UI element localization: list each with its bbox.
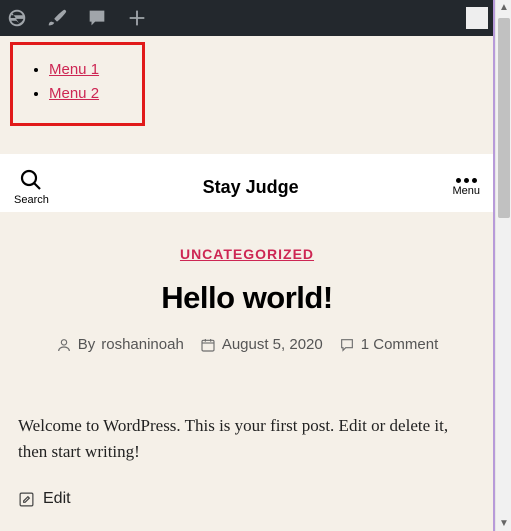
dots-icon <box>456 178 477 183</box>
search-button[interactable]: Search <box>14 168 49 206</box>
author-name: roshaninoah <box>101 336 184 353</box>
speech-icon[interactable] <box>86 7 108 29</box>
pencil-icon <box>18 491 35 508</box>
by-label: By <box>78 336 96 353</box>
user-avatar[interactable] <box>466 7 488 29</box>
person-icon <box>56 337 72 353</box>
comments-count: 1 Comment <box>361 336 439 353</box>
edit-label: Edit <box>43 490 71 508</box>
highlighted-menu-box: Menu 1 Menu 2 <box>10 42 145 126</box>
search-label: Search <box>14 194 49 206</box>
calendar-icon <box>200 337 216 353</box>
dashboard-icon[interactable] <box>6 7 28 29</box>
menu-link-2[interactable]: Menu 2 <box>49 85 99 102</box>
post-title: Hello world! <box>18 280 476 316</box>
category-link[interactable]: UNCATEGORIZED <box>180 246 314 262</box>
comment-icon <box>339 337 355 353</box>
site-header: Search Stay Judge Menu <box>0 154 494 212</box>
author-meta[interactable]: By roshaninoah <box>56 336 184 353</box>
menu-label: Menu <box>452 185 480 197</box>
menu-button[interactable]: Menu <box>452 178 480 197</box>
admin-bar <box>0 0 494 36</box>
post-date: August 5, 2020 <box>222 336 323 353</box>
site-title[interactable]: Stay Judge <box>203 177 299 198</box>
scroll-up-arrow[interactable]: ▲ <box>499 2 509 13</box>
search-icon <box>19 168 43 192</box>
scrollbar-thumb[interactable] <box>498 18 510 218</box>
edit-link[interactable]: Edit <box>18 490 476 508</box>
vertical-scrollbar[interactable]: ▲ ▼ <box>495 0 511 531</box>
scroll-down-arrow[interactable]: ▼ <box>499 518 509 529</box>
menu-link-1[interactable]: Menu 1 <box>49 61 99 78</box>
date-meta: August 5, 2020 <box>200 336 323 353</box>
post-body: Welcome to WordPress. This is your first… <box>18 413 476 464</box>
brush-icon[interactable] <box>46 7 68 29</box>
comments-meta[interactable]: 1 Comment <box>339 336 439 353</box>
plus-icon[interactable] <box>126 7 148 29</box>
post-content: UNCATEGORIZED Hello world! By roshaninoa… <box>0 212 494 508</box>
post-meta: By roshaninoah August 5, 2020 1 Comment <box>18 336 476 353</box>
menu-item: Menu 1 <box>49 61 124 79</box>
menu-item: Menu 2 <box>49 85 124 103</box>
